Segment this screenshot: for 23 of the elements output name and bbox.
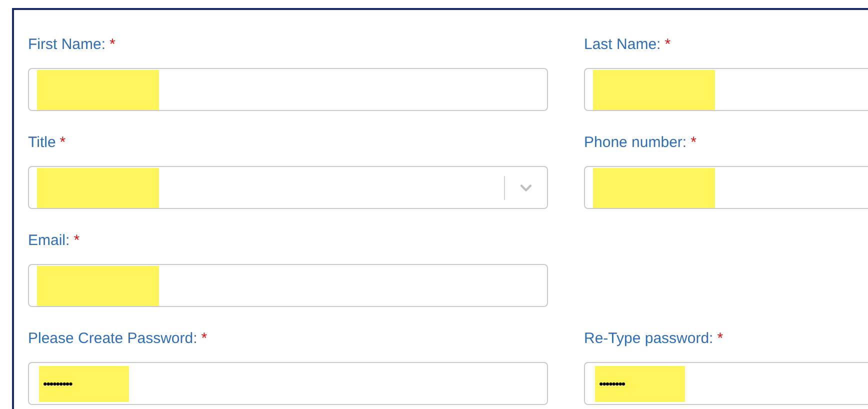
input-field[interactable] <box>584 68 868 111</box>
field-label: Title <box>28 132 56 153</box>
password-field[interactable]: •••••••• <box>584 362 868 405</box>
password-value: ••••••••• <box>39 366 129 402</box>
required-mark: * <box>717 328 724 349</box>
input-field[interactable] <box>28 264 548 307</box>
field-label: First Name: <box>28 34 106 55</box>
required-mark: * <box>201 328 208 349</box>
field-label: Please Create Password: <box>28 328 198 349</box>
password-value: •••••••• <box>595 366 685 402</box>
field-label: Phone number: <box>584 132 687 153</box>
required-mark: * <box>690 132 696 153</box>
input-field[interactable] <box>584 166 868 209</box>
required-mark: * <box>664 34 671 55</box>
input-field[interactable] <box>28 68 548 111</box>
field-label: Email: <box>28 230 70 251</box>
required-mark: * <box>110 34 116 55</box>
field-label: Last Name: <box>584 34 661 55</box>
field-label: Re-Type password: <box>584 328 714 349</box>
password-field[interactable]: ••••••••• <box>28 362 548 405</box>
required-mark: * <box>60 132 66 153</box>
select-field[interactable] <box>28 166 548 209</box>
required-mark: * <box>74 230 80 251</box>
